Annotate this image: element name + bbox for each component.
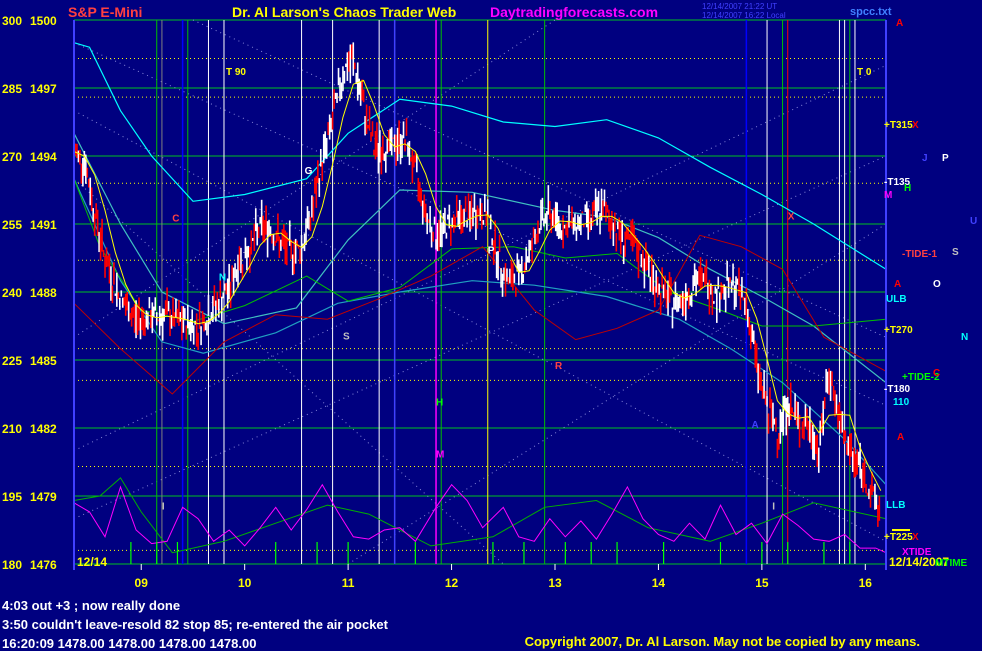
- y-tick-angle: 225: [2, 354, 22, 368]
- chart-marker-a: A: [752, 420, 759, 431]
- date-label: 12/14: [77, 555, 107, 569]
- right-label-h: H: [904, 183, 911, 194]
- y-tick-price: 1482: [30, 422, 57, 436]
- right-label-t180: -T180: [884, 384, 911, 395]
- right-label-tide1: -TIDE-1: [902, 249, 937, 260]
- y-tick-price: 1494: [30, 150, 57, 164]
- right-label-x1: X: [912, 120, 919, 131]
- y-tick-price: 1488: [30, 286, 57, 300]
- y-tick-angle: 180: [2, 558, 22, 572]
- chart-marker-i1: I: [162, 502, 165, 513]
- right-label-llb: LLB: [886, 500, 905, 511]
- right-label-a_mid: A: [894, 279, 901, 290]
- quote-line: 16:20:09 1478.00 1478.00 1478.00 1478.00: [2, 636, 257, 651]
- y-tick-price: 1479: [30, 490, 57, 504]
- right-label-t225: +T225: [884, 532, 913, 543]
- chart-marker-g: G: [305, 166, 313, 177]
- right-label-mtime: MTIME: [935, 558, 968, 569]
- chart-marker-n: N: [219, 273, 226, 284]
- chart-marker-r: R: [555, 361, 563, 372]
- right-label-s: S: [952, 247, 959, 258]
- y-tick-angle: 285: [2, 82, 22, 96]
- stamp-line1: 12/14/2007 21:22 UT: [702, 2, 777, 11]
- right-label-a_top: A: [896, 18, 903, 29]
- y-tick-angle: 210: [2, 422, 22, 436]
- note-line-2: 3:50 couldn't leave-resold 82 stop 85; r…: [2, 617, 388, 632]
- copyright: Copyright 2007, Dr. Al Larson. May not b…: [524, 634, 920, 649]
- y-tick-angle: 270: [2, 150, 22, 164]
- x-tick-label: 10: [238, 576, 252, 590]
- right-label-v110: 110: [893, 397, 910, 408]
- chart-marker-x: X: [788, 211, 795, 222]
- chart-marker-c: C: [172, 214, 179, 225]
- x-tick-label: 16: [859, 576, 873, 590]
- y-tick-price: 1485: [30, 354, 57, 368]
- x-tick-label: 09: [135, 576, 149, 590]
- note-line-1: 4:03 out +3 ; now really done: [2, 598, 181, 613]
- right-label-j: J: [922, 153, 928, 164]
- center-title: Dr. Al Larson's Chaos Trader Web: [232, 4, 456, 20]
- right-label-ulb: ULB: [886, 294, 907, 305]
- right-label-t270: +T270: [884, 325, 913, 336]
- chart: 180 1476 195 1479 210 1482 225 1485 240 1488 255 14…: [2, 2, 977, 590]
- stamp-line2: 12/14/2007 16:22 Local: [702, 11, 786, 20]
- site-link[interactable]: Daytradingforecasts.com: [490, 4, 658, 20]
- right-label-m: M: [884, 190, 892, 201]
- x-tick-label: 12: [445, 576, 459, 590]
- x-tick-label: 13: [548, 576, 562, 590]
- chart-marker-m: M: [436, 449, 444, 460]
- file-label: spcc.txt: [850, 6, 892, 18]
- y-tick-price: 1500: [30, 14, 57, 28]
- y-tick-price: 1476: [30, 558, 57, 572]
- x-tick-label: 15: [755, 576, 769, 590]
- right-label-p: P: [942, 153, 949, 164]
- right-label-c: C: [933, 368, 940, 379]
- plot-area: [74, 16, 886, 572]
- right-label-x2: X: [912, 532, 919, 543]
- chart-marker-p: P: [488, 245, 495, 256]
- right-label-t315: +T315: [884, 120, 913, 131]
- x-tick-label: 11: [342, 576, 355, 590]
- right-label-u: U: [970, 216, 977, 227]
- x-tick-label: 14: [652, 576, 666, 590]
- time-label-t90: T 90: [226, 67, 246, 78]
- right-label-xtide: XTIDE: [902, 547, 932, 558]
- chart-marker-i2: I: [772, 502, 775, 513]
- time-label-t0: T 0: [857, 67, 872, 78]
- right-label-o: O: [933, 279, 941, 290]
- y-tick-angle: 195: [2, 490, 22, 504]
- y-tick-price: 1491: [30, 218, 57, 232]
- right-label-n: N: [961, 332, 968, 343]
- left-title: S&P E-Mini: [68, 4, 142, 20]
- y-tick-angle: 300: [2, 14, 22, 28]
- right-label-a_low: A: [897, 432, 904, 443]
- chart-marker-h: H: [436, 397, 443, 408]
- chart-marker-s: S: [343, 332, 350, 343]
- y-tick-price: 1497: [30, 82, 57, 96]
- y-tick-angle: 240: [2, 286, 22, 300]
- y-tick-angle: 255: [2, 218, 22, 232]
